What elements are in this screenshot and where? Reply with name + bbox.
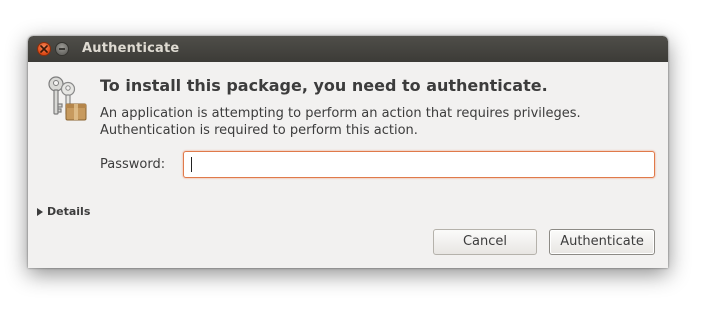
details-label: Details <box>47 205 91 218</box>
close-icon <box>40 45 48 53</box>
message-line-2: Authentication is required to perform th… <box>100 123 418 138</box>
window-title: Authenticate <box>82 41 180 56</box>
authenticate-dialog: Authenticate To install this package, yo… <box>28 36 668 268</box>
titlebar[interactable]: Authenticate <box>28 36 668 62</box>
minimize-button[interactable] <box>55 42 69 56</box>
dialog-heading: To install this package, you need to aut… <box>100 76 548 95</box>
close-button[interactable] <box>37 42 51 56</box>
details-expander[interactable]: Details <box>37 205 90 218</box>
keys-icon <box>48 76 87 121</box>
cancel-button[interactable]: Cancel <box>433 229 537 255</box>
dialog-message: An application is attempting to perform … <box>100 105 581 139</box>
message-line-1: An application is attempting to perform … <box>100 106 581 121</box>
triangle-right-icon <box>37 208 43 216</box>
text-cursor <box>191 157 192 172</box>
password-label: Password: <box>100 157 166 172</box>
authenticate-button[interactable]: Authenticate <box>549 229 655 255</box>
dialog-content: To install this package, you need to aut… <box>28 62 668 268</box>
password-field[interactable] <box>183 151 655 178</box>
